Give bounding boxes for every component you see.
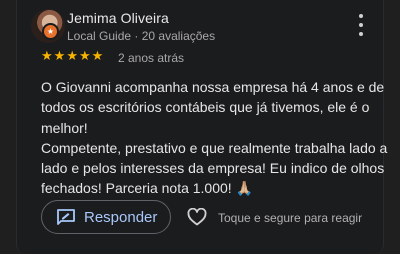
reply-button-label: Responder — [84, 208, 158, 226]
review-paragraph: Competente, prestativo e que realmente t… — [41, 139, 388, 197]
heart-icon[interactable] — [187, 208, 207, 226]
more-options-icon[interactable] — [355, 14, 367, 36]
reviewer-name[interactable]: Jemima Oliveira — [67, 10, 169, 26]
star-icon: ★ — [66, 48, 78, 63]
review-text: O Giovanni acompanha nossa empresa há 4 … — [41, 77, 391, 199]
review-paragraph: O Giovanni acompanha nossa empresa há 4 … — [41, 79, 385, 136]
reply-button[interactable]: Responder — [41, 200, 171, 234]
reviewer-meta: Local Guide · 20 avaliações — [67, 29, 216, 43]
review-card: ★ Jemima Oliveira Local Guide · 20 avali… — [16, 0, 387, 254]
local-guide-badge-icon: ★ — [42, 23, 59, 40]
reply-icon — [57, 209, 75, 225]
review-time: 2 anos atrás — [118, 51, 185, 65]
star-rating: ★ ★ ★ ★ ★ — [41, 49, 103, 62]
star-icon: ★ — [78, 48, 91, 63]
star-icon: ★ — [41, 48, 53, 63]
star-icon: ★ — [53, 48, 66, 63]
star-icon: ★ — [91, 48, 104, 63]
react-hint: Toque e segure para reagir — [218, 211, 363, 225]
